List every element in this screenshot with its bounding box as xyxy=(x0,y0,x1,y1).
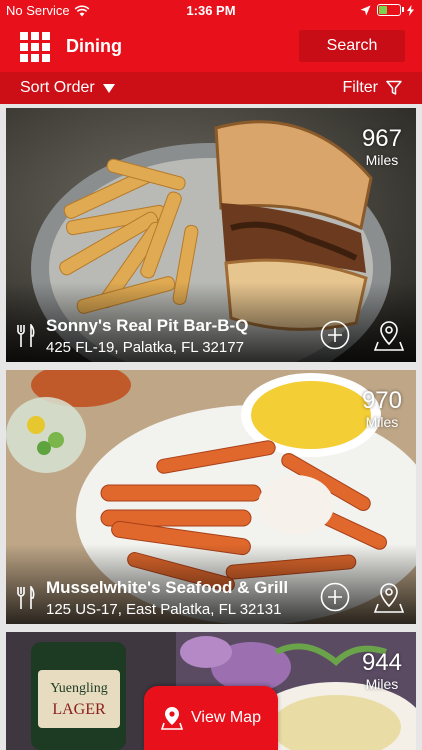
battery-nub xyxy=(402,7,404,12)
utensils-icon xyxy=(17,586,35,609)
filter-bar: Sort Order Filter xyxy=(0,72,422,104)
restaurant-name: Musselwhite's Seafood & Grill xyxy=(46,578,289,597)
distance-value: 944 xyxy=(361,649,402,676)
restaurant-address: 425 FL-19, Palatka, FL 32177 xyxy=(46,339,244,356)
add-circle-icon[interactable] xyxy=(320,582,350,612)
grid-menu-icon[interactable] xyxy=(20,32,50,62)
restaurant-address: 125 US-17, East Palatka, FL 32131 xyxy=(46,601,282,618)
utensils-icon xyxy=(17,324,35,347)
add-circle-icon[interactable] xyxy=(320,320,350,350)
filter-funnel-icon xyxy=(386,80,402,95)
caret-down-icon xyxy=(102,83,115,93)
status-bar: No Service 1:36 PM xyxy=(0,0,422,22)
sort-order-label: Sort Order xyxy=(20,79,95,96)
svg-text:Yuengling: Yuengling xyxy=(50,681,108,696)
map-pin-icon[interactable] xyxy=(374,582,404,614)
search-button[interactable]: Search xyxy=(299,30,405,62)
distance-value: 970 xyxy=(361,387,402,414)
distance-badge: 944 Miles xyxy=(361,649,402,693)
restaurant-card[interactable]: 970 Miles Musselwhite's Seafood & Grill … xyxy=(6,370,416,624)
battery-fill xyxy=(379,6,387,14)
location-arrow-icon xyxy=(360,5,371,15)
map-pin-icon[interactable] xyxy=(374,320,404,352)
filter-label: Filter xyxy=(342,79,378,96)
sort-order-button[interactable]: Sort Order xyxy=(20,79,115,97)
filter-button[interactable]: Filter xyxy=(342,79,402,97)
view-map-button[interactable]: View Map xyxy=(144,686,278,750)
distance-badge: 967 Miles xyxy=(361,125,402,169)
restaurant-name: Sonny's Real Pit Bar-B-Q xyxy=(46,316,249,335)
distance-badge: 970 Miles xyxy=(361,387,402,431)
status-time: 1:36 PM xyxy=(186,3,236,18)
distance-unit: Miles xyxy=(365,676,399,692)
status-right xyxy=(360,4,414,16)
restaurant-card[interactable]: 967 Miles Sonny's Real Pit Bar-B-Q 425 F… xyxy=(6,108,416,362)
nav-bar: Dining Search xyxy=(0,22,422,72)
charging-bolt-icon xyxy=(407,4,414,16)
battery-icon xyxy=(377,4,404,16)
svg-text:LAGER: LAGER xyxy=(52,701,106,718)
view-map-label: View Map xyxy=(191,709,261,726)
distance-value: 967 xyxy=(361,125,402,152)
distance-unit: Miles xyxy=(365,152,399,168)
distance-unit: Miles xyxy=(365,414,399,430)
map-pin-icon xyxy=(161,707,184,730)
page-title: Dining xyxy=(66,36,122,56)
